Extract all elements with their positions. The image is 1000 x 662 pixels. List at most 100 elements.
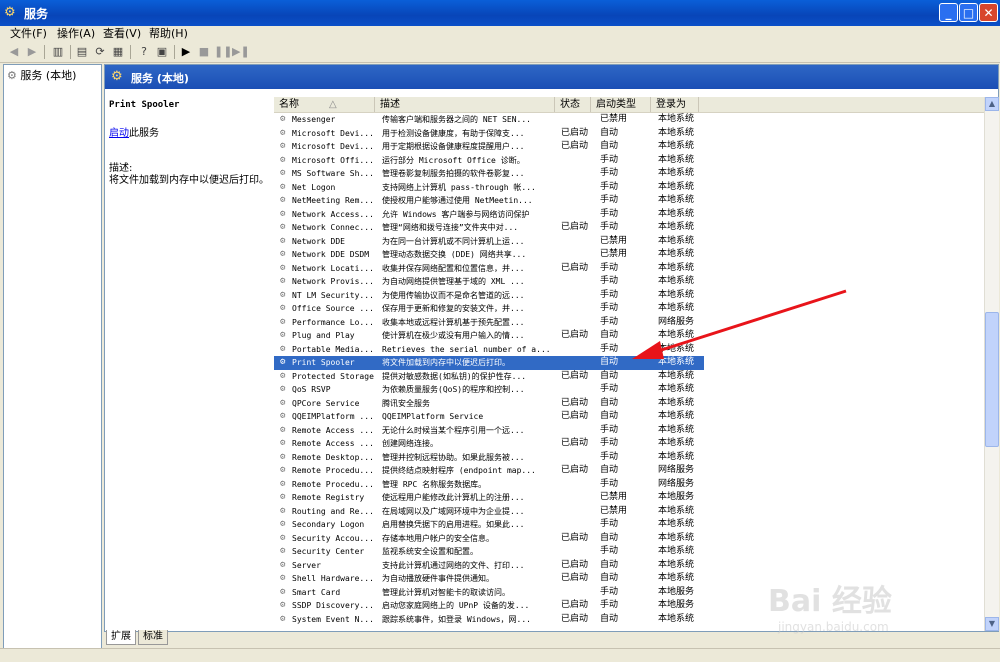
cell-text: 使授权用户能够通过使用 NetMeetin...: [382, 196, 533, 205]
table-row[interactable]: ⚙ Messenger 传输客户端和服务器之间的 NET SEN... 已禁用 本地系统: [274, 113, 704, 127]
table-row[interactable]: ⚙ QQEIMPlatform ... QQEIMPlatform Service 已…: [274, 410, 704, 424]
table-row[interactable]: ⚙ Network Connec... 管理“网络和拨号连接”文件夹中对... 已启动…: [274, 221, 704, 235]
start-service-icon[interactable]: ▶: [178, 44, 194, 60]
cell-text: Plug and Play: [292, 331, 355, 340]
vertical-scrollbar[interactable]: ▲ ▼: [984, 97, 999, 631]
table-row[interactable]: ⚙ Plug and Play 使计算机在极少或没有用户输入的情... 已启动 自动 本地…: [274, 329, 704, 343]
cell-text: 手动: [600, 208, 619, 219]
menu-action[interactable]: 操作(A): [57, 26, 95, 42]
scroll-thumb[interactable]: [985, 312, 999, 447]
cell-logon: 本地系统: [658, 127, 702, 141]
table-row[interactable]: ⚙ Office Source ... 保存用于更新和修复的安装文件，并... 手动 本…: [274, 302, 704, 316]
cell-desc: 使计算机在极少或没有用户输入的情...: [382, 329, 552, 343]
table-row[interactable]: ⚙ SSDP Discovery... 启动您家庭网络上的 UPnP 设备的发...…: [274, 599, 704, 613]
table-row[interactable]: ⚙ Remote Procedu... 提供终结点映射程序 (endpoint ma…: [274, 464, 704, 478]
title-bar: ⚙ 服务 _ □ ✕: [0, 0, 1000, 26]
cell-text: 腾讯安全服务: [382, 398, 430, 408]
export-list-icon[interactable]: ▦: [110, 44, 126, 60]
table-row[interactable]: ⚙ NetMeeting Rem... 使授权用户能够通过使用 NetMeetin.…: [274, 194, 704, 208]
table-row[interactable]: ⚙ NT LM Security... 为使用传输协议而不是命名管道的远... 手动 本…: [274, 289, 704, 303]
properties-icon[interactable]: ▤: [74, 44, 90, 60]
cell-status: [561, 167, 591, 181]
column-header-startup[interactable]: 启动类型: [591, 97, 651, 112]
cell-text: Microsoft Devi...: [292, 128, 374, 138]
show-hide-tree-icon[interactable]: ▥: [50, 44, 66, 60]
service-gear-icon: ⚙: [280, 546, 286, 556]
table-row[interactable]: ⚙ System Event N... 跟踪系统事件，如登录 Windows，网..…: [274, 613, 704, 627]
cell-logon: 本地系统: [658, 572, 702, 586]
cell-status: [561, 181, 591, 195]
table-row[interactable]: ⚙ Network DDE DSDM 管理动态数据交换 (DDE) 网络共享... 已…: [274, 248, 704, 262]
cell-text: 使远程用户能修改此计算机上的注册...: [382, 493, 525, 502]
table-row[interactable]: ⚙ Routing and Re... 在局域网以及广域网环境中为企业提... 已禁用…: [274, 505, 704, 519]
help-icon[interactable]: ?: [136, 44, 152, 60]
cell-startup: 手动: [600, 181, 650, 195]
table-row[interactable]: ⚙ Network Provis... 为自动网络提供管理基于域的 XML ... 手…: [274, 275, 704, 289]
table-row[interactable]: ⚙ Remote Access ... 无论什么时候当某个程序引用一个远... 手动 本…: [274, 424, 704, 438]
toolbar-separator: [130, 45, 131, 59]
console-icon[interactable]: ▣: [154, 44, 170, 60]
table-row[interactable]: ⚙ Performance Lo... 收集本地或远程计算机基于预先配置... 手动 网…: [274, 316, 704, 330]
table-row[interactable]: ⚙ QPCore Service 腾讯安全服务 已启动 自动 本地系统: [274, 397, 704, 411]
table-row[interactable]: ⚙ Portable Media... Retrieves the serial n…: [274, 343, 704, 357]
tab-standard[interactable]: 标准: [138, 630, 168, 645]
cell-text: 存储本地用户帐户的安全信息。: [382, 533, 494, 543]
cell-desc: 保存用于更新和修复的安装文件，并...: [382, 302, 552, 316]
scroll-up-icon[interactable]: ▲: [985, 97, 999, 111]
cell-text: Office Source ...: [292, 304, 374, 313]
table-row[interactable]: ⚙ Network DDE 为在同一台计算机或不同计算机上运... 已禁用 本地系统: [274, 235, 704, 249]
table-row[interactable]: ⚙ Network Access... 允许 Windows 客户端参与网络访问保护…: [274, 208, 704, 222]
menu-view[interactable]: 查看(V): [103, 26, 141, 42]
refresh-icon[interactable]: ⟳: [92, 44, 108, 60]
cell-text: 本地服务: [658, 586, 695, 597]
table-row[interactable]: ⚙ Remote Access ... 创建网络连接。 已启动 手动 本地系统: [274, 437, 704, 451]
table-row[interactable]: ⚙ Print Spooler 将文件加载到内存中以便迟后打印。 自动 本地系统: [274, 356, 704, 370]
table-row[interactable]: ⚙ Security Center 监视系统安全设置和配置。 手动 本地系统: [274, 545, 704, 559]
service-gear-icon: ⚙: [280, 208, 286, 219]
cell-text: 本地系统: [658, 424, 695, 435]
cell-name: ⚙ Network Locati...: [280, 262, 375, 276]
back-icon[interactable]: ◀: [6, 44, 22, 60]
column-header-name[interactable]: 名称 △: [274, 97, 375, 112]
start-service-link[interactable]: 启动: [109, 128, 129, 139]
forward-icon[interactable]: ▶: [24, 44, 40, 60]
cell-startup: 自动: [600, 559, 650, 573]
tree-item-services-local[interactable]: ⚙ 服务 (本地): [7, 67, 76, 83]
table-row[interactable]: ⚙ Net Logon 支持网络上计算机 pass-through 帐... 手动 本地…: [274, 181, 704, 195]
table-row[interactable]: ⚙ Microsoft Offi... 运行部分 Microsoft Office …: [274, 154, 704, 168]
table-row[interactable]: ⚙ Remote Procedu... 管理 RPC 名称服务数据库。 手动 网络服务: [274, 478, 704, 492]
selected-service-name: Print Spooler: [109, 100, 180, 110]
cell-text: 已启动: [561, 613, 589, 624]
cell-text: NT LM Security...: [292, 290, 374, 300]
table-row[interactable]: ⚙ Microsoft Devi... 用于定期根据设备健康程度提醒用户... 已启动…: [274, 140, 704, 154]
table-row[interactable]: ⚙ Security Accou... 存储本地用户帐户的安全信息。 已启动 自动 本地系…: [274, 532, 704, 546]
column-header-description[interactable]: 描述: [375, 97, 555, 112]
stop-service-icon[interactable]: ■: [196, 44, 212, 60]
table-row[interactable]: ⚙ Server 支持此计算机通过网络的文件、打印... 已启动 自动 本地系统: [274, 559, 704, 573]
column-header-status[interactable]: 状态: [555, 97, 591, 112]
table-row[interactable]: ⚙ Shell Hardware... 为自动播放硬件事件提供通知。 已启动 自动 本地系…: [274, 572, 704, 586]
table-row[interactable]: ⚙ Remote Desktop... 管理并控制远程协助。如果此服务被... 手动 本…: [274, 451, 704, 465]
maximize-button[interactable]: □: [959, 3, 978, 22]
table-row[interactable]: ⚙ Secondary Logon 启用替换凭据下的启用进程。如果此... 手动 本地系…: [274, 518, 704, 532]
tab-extended[interactable]: 扩展: [106, 630, 136, 645]
cell-text: 本地系统: [658, 451, 695, 462]
cell-text: Performance Lo...: [292, 317, 374, 327]
cell-name: ⚙ Protected Storage: [280, 370, 375, 384]
table-row[interactable]: ⚙ Smart Card 管理此计算机对智能卡的取读访问。 手动 本地服务: [274, 586, 704, 600]
table-row[interactable]: ⚙ Microsoft Devi... 用于检测设备健康度，有助于保障支... 已启动…: [274, 127, 704, 141]
close-button[interactable]: ✕: [979, 3, 998, 22]
column-header-logon[interactable]: 登录为: [651, 97, 699, 112]
menu-help[interactable]: 帮助(H): [149, 26, 188, 42]
table-row[interactable]: ⚙ Remote Registry 使远程用户能修改此计算机上的注册... 已禁用 本地…: [274, 491, 704, 505]
cell-text: 本地系统: [658, 168, 695, 178]
table-row[interactable]: ⚙ QoS RSVP 为依赖质量服务(QoS)的程序和控制... 手动 本地系统: [274, 383, 704, 397]
table-row[interactable]: ⚙ Network Locati... 收集并保存网络配置和位置信息，并... 已启动…: [274, 262, 704, 276]
pause-service-icon[interactable]: ❚❚: [214, 44, 232, 60]
restart-service-icon[interactable]: ▶❚: [232, 44, 250, 60]
minimize-button[interactable]: _: [939, 3, 958, 22]
menu-file[interactable]: 文件(F): [10, 26, 47, 42]
table-row[interactable]: ⚙ Protected Storage 提供对敏感数据(如私钥)的保护性存... 已启…: [274, 370, 704, 384]
table-row[interactable]: ⚙ MS Software Sh... 管理卷影复制服务拍摄的软件卷影复... 手动 本…: [274, 167, 704, 181]
cell-name: ⚙ Remote Procedu...: [280, 464, 375, 478]
